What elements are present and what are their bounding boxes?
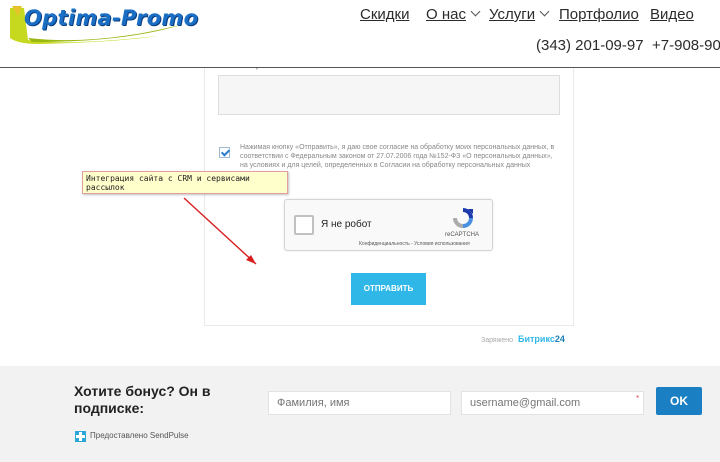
name-input[interactable] [268,391,451,415]
powered-by-label: Заряжено [481,337,514,344]
recaptcha-checkbox[interactable] [294,215,314,235]
comment-textarea[interactable] [218,75,560,115]
chevron-down-icon [470,6,481,17]
email-input[interactable] [461,391,644,415]
required-marker: * [636,394,640,403]
nav-link-about[interactable]: О нас [426,6,481,23]
submit-button[interactable]: ОТПРАВИТЬ [351,273,426,305]
subscribe-title: Хотите бонус? Он в подписке: [74,383,211,416]
nav-link-discounts[interactable]: Скидки [360,6,409,23]
nav-link-about-label: О нас [426,6,466,23]
consent-checkbox[interactable] [219,147,230,158]
phone-primary[interactable]: (343) 201-09-97 [536,37,644,54]
chevron-down-icon [539,6,550,17]
bitrix24-credit: Заряжено Битрикс24 [481,334,565,344]
phone-numbers: (343) 201-09-97 +7-908-90 [536,37,720,54]
sendpulse-credit[interactable]: Предоставлено SendPulse [90,431,189,440]
recaptcha-terms-link[interactable]: Конфиденциальность - Условия использован… [359,241,470,247]
nav-link-video[interactable]: Видео [650,6,694,23]
phone-secondary[interactable]: +7-908-90 [652,37,720,54]
bitrix-brand[interactable]: Битрикс [518,334,555,344]
nav-link-portfolio[interactable]: Портфолио [559,6,639,23]
subscribe-ok-button[interactable]: OK [656,387,702,415]
nav-link-services[interactable]: Услуги [489,6,550,23]
annotation-tooltip: Интеграция сайта с CRM и сервисами рассы… [82,171,288,194]
recaptcha-icon [453,208,473,228]
site-logo[interactable]: Optima-Promo [8,2,198,44]
nav-link-services-label: Услуги [489,6,536,23]
recaptcha-label: Я не робот [321,219,372,230]
recaptcha-widget: Я не робот reCAPTCHA Конфиденциальность … [284,199,493,251]
site-header: Optima-Promo Скидки О нас Услуги Портфол… [0,0,720,68]
consent-text: Нажимая кнопку «Отправить», я даю свое с… [240,144,555,169]
bitrix-number: 24 [554,334,565,344]
recaptcha-brand: reCAPTCHA [445,232,480,238]
sendpulse-logo-icon [75,431,86,442]
logo-text: Optima-Promo [24,6,199,30]
page-root: Optima-Promo Скидки О нас Услуги Портфол… [0,0,720,462]
